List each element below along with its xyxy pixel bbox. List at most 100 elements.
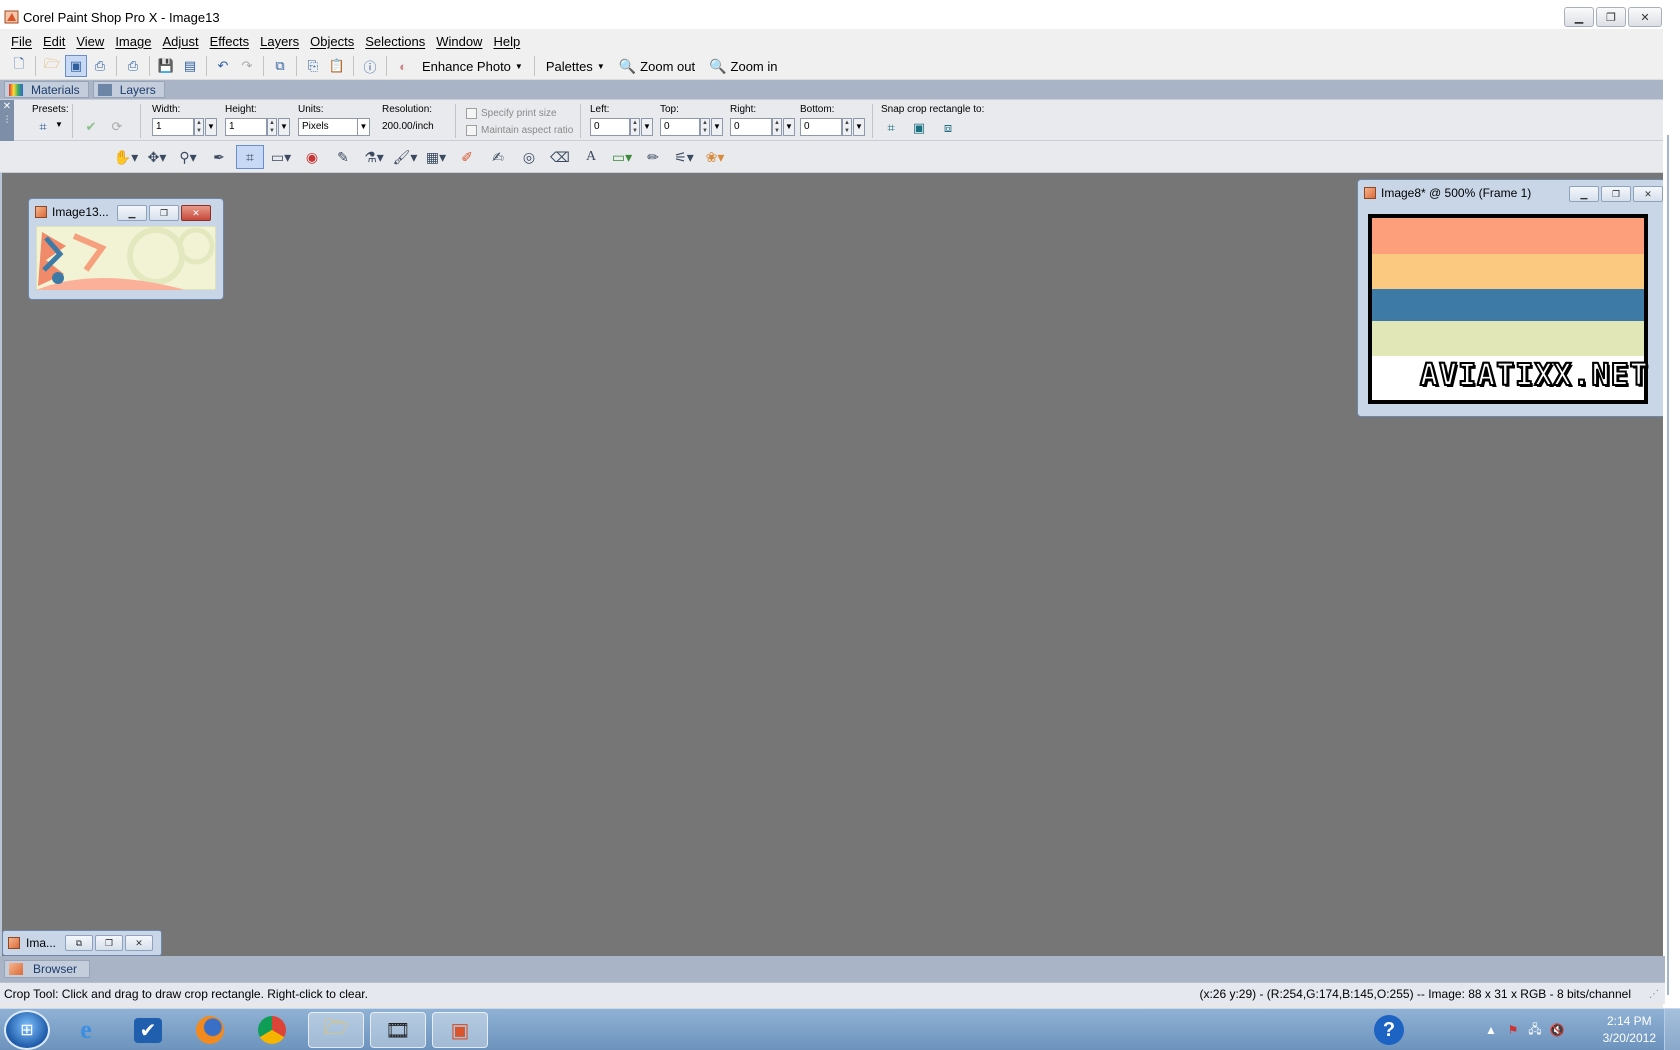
height-input[interactable]: 1 — [225, 118, 267, 136]
snap-to-merged-icon[interactable]: ⧈ — [938, 118, 958, 138]
redo-icon[interactable]: ↷ — [236, 55, 258, 77]
show-hidden-icons[interactable]: ▲ — [1480, 1020, 1502, 1040]
menu-objects[interactable]: Objects — [308, 34, 363, 49]
clone-brush-icon[interactable]: ⚗▾ — [360, 145, 388, 169]
paint-brush-icon[interactable]: 🖌▾ — [391, 145, 419, 169]
image8-window[interactable]: Image8* @ 500% (Frame 1) ▁ ❐ ✕ AVIATIXX.… — [1357, 179, 1665, 417]
fill-icon[interactable]: ▦▾ — [422, 145, 450, 169]
doc-close-button[interactable]: ✕ — [1633, 186, 1663, 202]
tab-materials[interactable]: Materials — [4, 81, 89, 98]
left-dropdown[interactable]: ▼ — [641, 118, 653, 136]
palettes-button[interactable]: Palettes ▼ — [540, 59, 611, 74]
specify-print-size-checkbox[interactable]: Specify print size — [466, 108, 557, 119]
magic-wand-icon[interactable]: ⚲▾ — [174, 145, 202, 169]
red-eye-icon[interactable]: ◉ — [298, 145, 326, 169]
volume-icon[interactable]: 🔇 — [1546, 1020, 1568, 1040]
browse-icon[interactable]: ▣ — [65, 55, 87, 77]
file-explorer-icon[interactable]: 🗁 — [308, 1012, 364, 1048]
pan-tool-icon[interactable]: ✋▾ — [112, 145, 140, 169]
chrome-icon[interactable] — [244, 1012, 300, 1048]
width-spinner[interactable]: ▲ ▼ — [194, 118, 204, 136]
maintain-aspect-ratio-checkbox[interactable]: Maintain aspect ratio — [466, 125, 573, 136]
enhance-photo-button[interactable]: Enhance Photo ▼ — [416, 59, 529, 74]
learning-center-icon[interactable]: ◐ — [392, 55, 414, 77]
height-spinner[interactable]: ▲ ▼ — [267, 118, 277, 136]
art-media-icon[interactable]: ❀▾ — [701, 145, 729, 169]
top-dropdown[interactable]: ▼ — [711, 118, 723, 136]
menu-adjust[interactable]: Adjust — [160, 34, 207, 49]
tasks-icon[interactable]: ✔ — [120, 1012, 176, 1048]
smudge-icon[interactable]: ✍ — [484, 145, 512, 169]
menu-view[interactable]: View — [74, 34, 113, 49]
tab-browser[interactable]: Browser — [4, 960, 91, 978]
system-clock[interactable]: 2:14 PM 3/20/2012 — [1603, 1013, 1656, 1047]
doc-minimize-button[interactable]: ▁ — [117, 205, 147, 221]
apply-checkmark-icon[interactable]: ✔ — [80, 116, 102, 138]
crop-tool-icon[interactable]: ⌗ — [236, 145, 264, 169]
left-input[interactable]: 0 — [590, 118, 630, 136]
menu-help[interactable]: Help — [491, 34, 529, 49]
action-center-icon[interactable]: ⚑ — [1502, 1020, 1524, 1040]
menu-edit[interactable]: Edit — [41, 34, 74, 49]
menu-image[interactable]: Image — [113, 34, 160, 49]
info-icon[interactable]: ⓘ — [359, 55, 381, 77]
left-spinner[interactable]: ▲ ▼ — [630, 118, 640, 136]
doc-maximize-button[interactable]: ❐ — [95, 935, 123, 951]
dropper-icon[interactable]: ✒ — [205, 145, 233, 169]
move-tool-icon[interactable]: ✥▾ — [143, 145, 171, 169]
doc-minimize-button[interactable]: ▁ — [1569, 186, 1599, 202]
new-file-icon[interactable]: 🗋 — [8, 55, 30, 77]
resize-grip-icon[interactable]: ⋰ — [1649, 989, 1661, 1001]
paste-icon[interactable]: 📋 — [326, 55, 348, 77]
tab-layers[interactable]: Layers — [92, 81, 165, 98]
save-as-icon[interactable]: ▤ — [179, 55, 201, 77]
image13-window[interactable]: Image13... ▁ ❐ ✕ — [28, 198, 224, 300]
copy-icon[interactable]: ⎘ — [302, 55, 324, 77]
doc-close-button[interactable]: ✕ — [181, 205, 211, 221]
minimized-document[interactable]: Ima... ⧉ ❐ ✕ — [2, 930, 162, 956]
preset-shape-icon[interactable]: ▭▾ — [608, 145, 636, 169]
snap-to-layer-icon[interactable]: ▣ — [909, 118, 929, 138]
image8-canvas[interactable]: AVIATIXX.NET — [1368, 214, 1649, 404]
doc-restore-button[interactable]: ⧉ — [65, 935, 93, 951]
internet-explorer-icon[interactable]: e — [58, 1012, 114, 1048]
restore-button[interactable]: ❐ — [1596, 7, 1626, 27]
doc-maximize-button[interactable]: ❐ — [1601, 186, 1631, 202]
image13-canvas[interactable] — [36, 226, 216, 290]
chevron-down-icon[interactable]: ▼ — [55, 120, 63, 129]
menu-effects[interactable]: Effects — [208, 34, 259, 49]
dodge-icon[interactable]: ✐ — [453, 145, 481, 169]
help-icon[interactable]: ? — [1374, 1015, 1404, 1045]
width-dropdown[interactable]: ▼ — [205, 118, 217, 136]
menu-file[interactable]: File — [9, 34, 41, 49]
chevron-down-icon[interactable]: ▼ — [358, 118, 370, 136]
crop-as-new-image-icon[interactable]: ⟳ — [106, 116, 128, 138]
network-icon[interactable]: 🖧 — [1524, 1020, 1546, 1040]
height-dropdown[interactable]: ▼ — [278, 118, 290, 136]
top-input[interactable]: 0 — [660, 118, 700, 136]
firefox-icon[interactable] — [182, 1012, 238, 1048]
warp-brush-icon[interactable]: ⚟▾ — [670, 145, 698, 169]
doc-maximize-button[interactable]: ❐ — [149, 205, 179, 221]
zoom-out-button[interactable]: 🔍 Zoom out — [613, 58, 701, 75]
right-input[interactable]: 0 — [730, 118, 772, 136]
print-icon[interactable]: ⎙ — [122, 55, 144, 77]
selection-tool-icon[interactable]: ▭▾ — [267, 145, 295, 169]
snap-to-selection-icon[interactable]: ⌗ — [881, 118, 901, 138]
eraser-icon[interactable]: ⌫ — [546, 145, 574, 169]
undo-icon[interactable]: ↶ — [212, 55, 234, 77]
options-handle[interactable]: ✕ ⫶ — [0, 100, 14, 142]
text-tool-icon[interactable]: A — [577, 145, 605, 169]
bottom-dropdown[interactable]: ▼ — [853, 118, 865, 136]
menu-window[interactable]: Window — [434, 34, 491, 49]
media-app-icon[interactable]: 🎞 — [370, 1012, 426, 1048]
right-spinner[interactable]: ▲ ▼ — [772, 118, 782, 136]
crop-presets-icon[interactable]: ⌗ — [32, 116, 54, 138]
zoom-in-button[interactable]: 🔍 Zoom in — [703, 58, 783, 75]
paint-shop-pro-task-icon[interactable]: ▣ — [432, 1012, 488, 1048]
save-icon[interactable]: 💾 — [155, 55, 177, 77]
top-spinner[interactable]: ▲ ▼ — [700, 118, 710, 136]
makeover-icon[interactable]: ✎ — [329, 145, 357, 169]
width-input[interactable]: 1 — [152, 118, 194, 136]
menu-selections[interactable]: Selections — [363, 34, 434, 49]
